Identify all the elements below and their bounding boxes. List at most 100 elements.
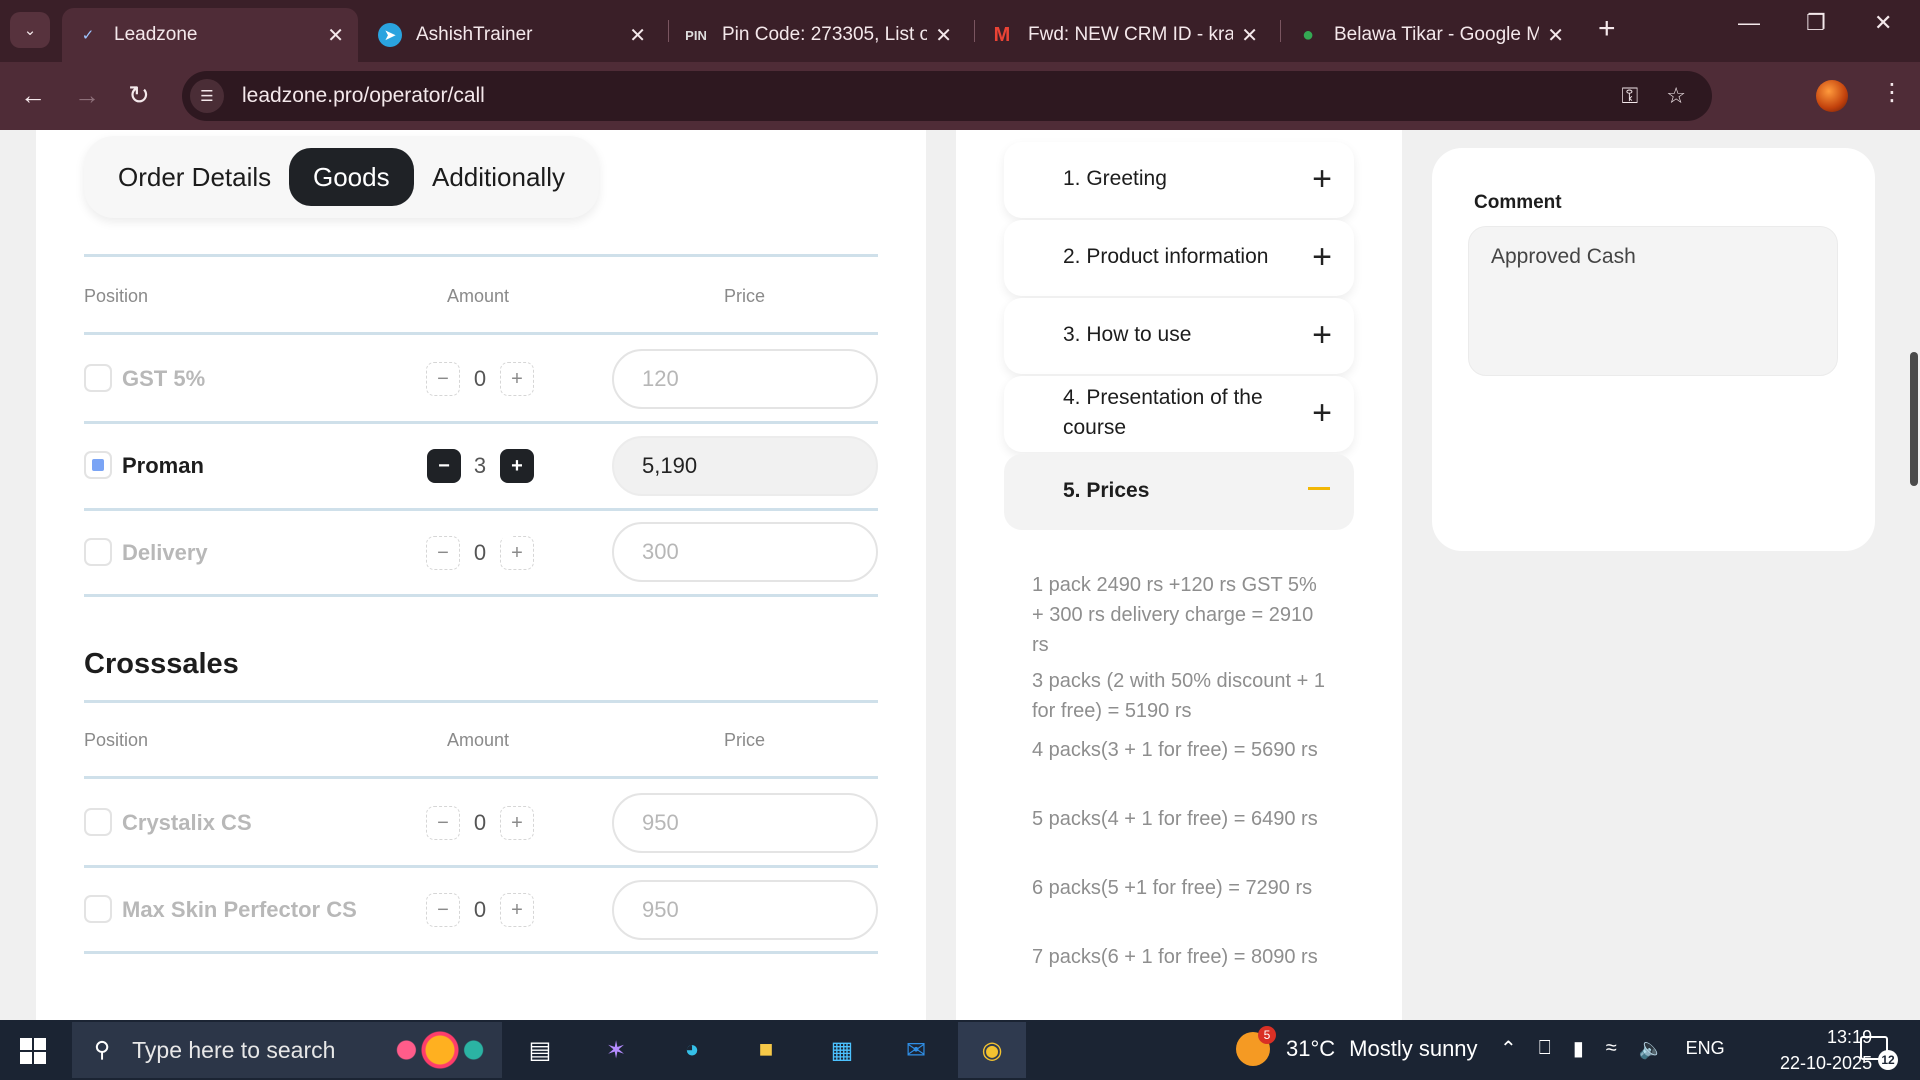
maps-pin-icon: ● [1301,23,1315,46]
tab-goods[interactable]: Goods [289,148,414,206]
accordion-label: 1. Greeting [1063,167,1167,190]
close-tab-icon[interactable]: ✕ [935,23,952,48]
decrement-button[interactable]: − [426,806,460,840]
increment-button[interactable]: + [500,449,534,483]
clock-time: 13:19 [1827,1027,1873,1047]
battery-icon[interactable]: ▮ [1573,1036,1584,1061]
search-icon: ⚲ [94,1037,111,1062]
price-input[interactable]: 5,190 [612,436,878,496]
weather-temp: 31°C [1286,1036,1336,1061]
row-name: GST 5% [122,366,206,391]
address-bar[interactable]: ☰ leadzone.pro/operator/call ⚿ ☆ [182,71,1712,121]
tab-google-maps[interactable]: ● Belawa Tikar - Google M ✕ [1282,8,1578,62]
profile-avatar[interactable] [1816,80,1848,112]
chevron-up-icon[interactable]: ⌃ [1500,1036,1517,1061]
back-arrow-icon[interactable]: ← [20,80,46,110]
new-tab-plus-icon[interactable]: + [1598,14,1616,44]
increment-button[interactable]: + [500,362,534,396]
notification-icon[interactable]: 12 [1860,1036,1898,1070]
accordion-how-to-use[interactable]: 3. How to use + [1004,298,1354,374]
edge-icon[interactable]: ◕ [670,1030,714,1070]
bookmark-star-icon[interactable]: ☆ [1666,83,1686,109]
accordion-greeting[interactable]: 1. Greeting + [1004,142,1354,218]
decrement-button[interactable]: − [427,449,461,483]
row-checkbox[interactable] [84,364,112,392]
price-input[interactable]: 120 [612,349,878,409]
close-tab-icon[interactable]: ✕ [1241,23,1258,48]
scrollbar-thumb[interactable] [1910,352,1918,486]
plus-icon[interactable]: + [1312,396,1332,430]
tab-separator [974,20,975,42]
sun-weather-icon: 5 [1236,1026,1276,1066]
site-settings-icon[interactable]: ☰ [190,79,224,113]
search-highlight-icon [384,1028,496,1072]
accordion-prices[interactable]: 5. Prices [1004,454,1354,530]
reload-icon[interactable]: ↻ [128,80,150,110]
more-menu-icon[interactable]: ⋮ [1880,78,1904,107]
microsoft-store-icon[interactable]: ▦ [820,1030,864,1070]
chrome-icon[interactable]: ◉ [958,1022,1026,1078]
decrement-button[interactable]: − [426,893,460,927]
copilot-icon[interactable]: ✶ [594,1030,638,1070]
divider [84,865,878,868]
url-text[interactable]: leadzone.pro/operator/call [242,84,485,108]
volume-icon[interactable]: 🔈 [1639,1036,1664,1061]
meet-icon[interactable]: ⎕ [1539,1037,1551,1060]
tab-gmail[interactable]: M Fwd: NEW CRM ID - krati ✕ [976,8,1272,62]
tab-separator [668,20,669,42]
accordion-presentation[interactable]: 4. Presentation of the course + [1004,376,1354,452]
price-input[interactable]: 950 [612,793,878,853]
close-tab-icon[interactable]: ✕ [1547,23,1564,48]
outlook-icon[interactable]: ✉ [894,1030,938,1070]
language-indicator[interactable]: ENG [1686,1038,1725,1059]
close-window-icon[interactable]: ✕ [1874,10,1892,36]
windows-start-icon[interactable] [20,1038,46,1064]
taskbar-search[interactable]: ⚲ Type here to search [72,1022,502,1078]
wifi-icon[interactable]: ≈ [1606,1037,1617,1060]
close-tab-icon[interactable]: ✕ [629,23,646,48]
row-checkbox[interactable] [84,895,112,923]
divider [84,951,878,954]
weather-widget[interactable]: 5 31°C Mostly sunny [1236,1026,1478,1066]
tab-title: AshishTrainer [416,24,533,45]
order-tabs: Order Details Goods Additionally [84,136,599,218]
forward-arrow-icon[interactable]: → [74,80,100,110]
clock[interactable]: 13:19 22-10-2025 [1780,1024,1872,1076]
price-line: 5 packs(4 + 1 for free) = 6490 rs [1032,808,1318,830]
price-input[interactable]: 950 [612,880,878,940]
row-checkbox[interactable] [84,808,112,836]
tab-ashishtrainer[interactable]: ➤ AshishTrainer ✕ [364,8,660,62]
increment-button[interactable]: + [500,893,534,927]
task-view-icon[interactable]: ▤ [518,1030,562,1070]
close-tab-icon[interactable]: ✕ [327,23,344,48]
minus-icon[interactable] [1308,487,1330,490]
divider [84,594,878,597]
plus-icon[interactable]: + [1312,240,1332,274]
column-position: Position [84,730,149,750]
tab-search-chevron-icon[interactable]: ⌄ [10,12,50,48]
system-tray: ⌃ ⎕ ▮ ≈ 🔈 ENG [1500,1036,1725,1061]
password-key-icon[interactable]: ⚿ [1622,83,1639,109]
accordion-product-information[interactable]: 2. Product information + [1004,220,1354,296]
tab-order-details[interactable]: Order Details [94,148,295,206]
price-line: 4 packs(3 + 1 for free) = 5690 rs [1032,739,1318,761]
plus-icon[interactable]: + [1312,162,1332,196]
tab-additionally[interactable]: Additionally [408,148,589,206]
restore-icon[interactable]: ❐ [1806,10,1826,36]
file-explorer-icon[interactable]: ■ [744,1030,788,1070]
increment-button[interactable]: + [500,806,534,840]
tab-pin-code[interactable]: PIN Pin Code: 273305, List of ✕ [670,8,966,62]
pin-logo-icon: PIN [685,27,707,43]
price-input[interactable]: 300 [612,522,878,582]
column-amount: Amount [447,286,510,306]
divider [84,508,878,511]
comment-textarea[interactable]: Approved Cash [1468,226,1838,376]
row-checkbox-checked[interactable] [84,451,112,479]
decrement-button[interactable]: − [426,536,460,570]
tab-leadzone[interactable]: ✓ Leadzone ✕ [62,8,358,62]
row-checkbox[interactable] [84,538,112,566]
minimize-icon[interactable]: — [1738,10,1760,36]
tab-title: Fwd: NEW CRM ID - krati [1028,24,1234,45]
plus-icon[interactable]: + [1312,318,1332,352]
decrement-button[interactable]: − [426,362,460,396]
